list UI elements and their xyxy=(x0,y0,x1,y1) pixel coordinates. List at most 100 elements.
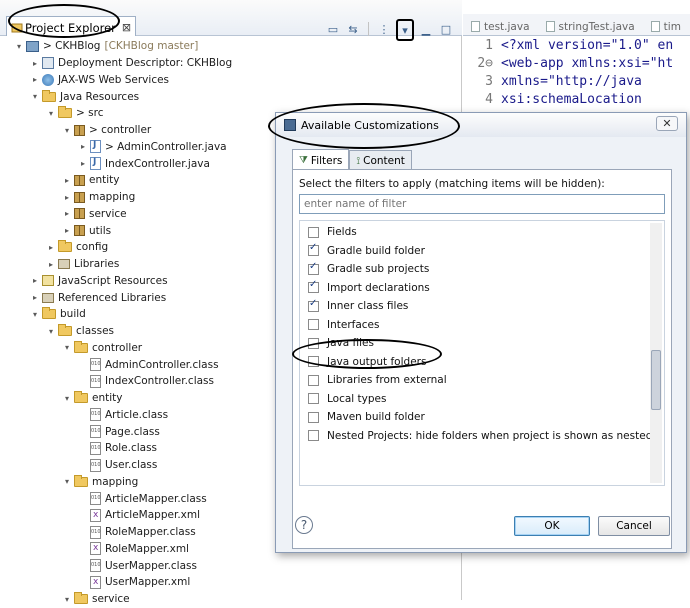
tab-stringtest-java[interactable]: stringTest.java xyxy=(538,14,643,35)
ok-button[interactable]: OK xyxy=(514,516,590,536)
tree-row[interactable]: ▾ > src xyxy=(46,105,103,122)
tree-row[interactable]: ArticleMapper.class xyxy=(78,490,207,507)
filter-item[interactable]: Import declarations xyxy=(308,279,430,298)
list-scrollbar[interactable] xyxy=(650,223,662,483)
filter-item[interactable]: Java output folders xyxy=(308,353,426,372)
scrollbar-thumb[interactable] xyxy=(651,350,661,410)
tree-row[interactable]: ▸ Libraries xyxy=(46,256,119,273)
tree-row[interactable]: Role.class xyxy=(78,440,157,457)
filter-checkbox[interactable] xyxy=(308,261,319,275)
tree-row[interactable]: User.class xyxy=(78,457,157,474)
filter-item[interactable]: Maven build folder xyxy=(308,408,425,427)
tab-filters[interactable]: ⧩ Filters xyxy=(292,149,350,169)
expanded-twisty-icon[interactable]: ▾ xyxy=(62,343,72,352)
tree-row[interactable]: ▸ JavaScript Resources xyxy=(30,273,168,290)
tree-row[interactable]: ▸ utils xyxy=(62,222,111,239)
filter-checkbox[interactable] xyxy=(308,411,319,423)
collapsed-twisty-icon[interactable]: ▸ xyxy=(30,276,40,285)
tree-row[interactable]: RoleMapper.xml xyxy=(78,541,189,558)
filter-checkbox[interactable] xyxy=(308,393,319,405)
tab-project-explorer[interactable]: Project Explorer ⊠ xyxy=(6,16,137,36)
collapsed-twisty-icon[interactable]: ▸ xyxy=(30,59,40,68)
filter-item[interactable]: Inner class files xyxy=(308,297,408,316)
filter-checkbox[interactable] xyxy=(308,242,319,257)
filter-item[interactable]: Gradle build folder xyxy=(308,242,425,261)
collapsed-twisty-icon[interactable]: ▸ xyxy=(62,176,72,185)
cancel-button[interactable]: Cancel xyxy=(598,516,670,536)
tree-row[interactable]: ArticleMapper.xml xyxy=(78,507,200,524)
tree-row[interactable]: ▸ > AdminController.java xyxy=(78,139,227,156)
tab-tim[interactable]: tim xyxy=(643,14,689,35)
filter-checkbox[interactable] xyxy=(308,337,319,349)
expanded-twisty-icon[interactable]: ▾ xyxy=(62,394,72,403)
tree-row[interactable]: ▾ controller xyxy=(62,340,142,357)
filter-item[interactable]: Gradle sub projects xyxy=(308,260,429,279)
filter-item[interactable]: Java files xyxy=(308,334,374,353)
collapsed-twisty-icon[interactable]: ▸ xyxy=(78,159,88,168)
expanded-twisty-icon[interactable]: ▾ xyxy=(46,109,56,118)
tree-row[interactable]: ▸ service xyxy=(62,206,127,223)
code-view[interactable]: 1 <?xml version="1.0" en 2⊖ <web-app xmlns… xyxy=(463,38,690,110)
tree-row[interactable]: ▾ > controller xyxy=(62,122,151,139)
tree-row[interactable]: ▸ Referenced Libraries xyxy=(30,289,166,306)
filter-checkbox[interactable] xyxy=(308,298,319,312)
tab-content[interactable]: ⟟ Content xyxy=(349,150,412,169)
tree-row[interactable]: ▸ config xyxy=(46,239,108,256)
tree-row[interactable]: ▾ classes xyxy=(46,323,114,340)
focus-icon[interactable]: ⋮ xyxy=(376,21,392,37)
tree-row[interactable]: ▸ JAX-WS Web Services xyxy=(30,72,169,89)
tree-row[interactable]: ▾ entity xyxy=(62,390,122,407)
tree-row[interactable]: AdminController.class xyxy=(78,356,219,373)
tree-row[interactable]: RoleMapper.class xyxy=(78,524,196,541)
filter-checkbox[interactable] xyxy=(308,356,319,368)
tree-row[interactable]: ▾ mapping xyxy=(62,474,138,491)
help-button[interactable]: ? xyxy=(295,516,313,534)
expanded-twisty-icon[interactable]: ▾ xyxy=(62,477,72,486)
filter-item[interactable]: Nested Projects: hide folders when proje… xyxy=(308,427,652,446)
collapsed-twisty-icon[interactable]: ▸ xyxy=(62,226,72,235)
filter-checkbox[interactable] xyxy=(308,279,319,294)
filter-item[interactable]: Libraries from external xyxy=(308,371,447,390)
tree-row[interactable]: Page.class xyxy=(78,423,160,440)
collapse-all-icon[interactable]: ▭ xyxy=(325,21,341,37)
expanded-twisty-icon[interactable]: ▾ xyxy=(62,126,72,135)
link-with-editor-icon[interactable]: ⇆ xyxy=(345,21,361,37)
filter-checkbox[interactable] xyxy=(308,226,319,238)
tree-row[interactable]: ▾ build xyxy=(30,306,86,323)
tree-row[interactable]: ▾ > CKHBlog [CKHBlog master] xyxy=(14,38,198,55)
expanded-twisty-icon[interactable]: ▾ xyxy=(14,42,24,51)
filter-checkbox[interactable] xyxy=(308,430,319,442)
filter-checkbox[interactable] xyxy=(308,319,319,331)
filter-item[interactable]: Local types xyxy=(308,390,386,409)
collapsed-twisty-icon[interactable]: ▸ xyxy=(78,142,88,151)
collapsed-twisty-icon[interactable]: ▸ xyxy=(62,209,72,218)
collapsed-twisty-icon[interactable]: ▸ xyxy=(62,193,72,202)
tab-test-java[interactable]: test.java xyxy=(463,14,538,35)
tree-row[interactable]: UserMapper.class xyxy=(78,557,197,574)
tree-row[interactable]: ▸ IndexController.java xyxy=(78,155,210,172)
collapsed-twisty-icon[interactable]: ▸ xyxy=(30,75,40,84)
tree-row[interactable]: Article.class xyxy=(78,407,168,424)
expanded-twisty-icon[interactable]: ▾ xyxy=(30,92,40,101)
filter-name-input[interactable] xyxy=(299,194,665,214)
close-dialog-button[interactable]: ✕ xyxy=(656,116,678,131)
tree-row[interactable]: ▾ Java Resources xyxy=(30,88,139,105)
tree-row[interactable]: ▸ Deployment Descriptor: CKHBlog xyxy=(30,55,232,72)
filter-item[interactable]: Interfaces xyxy=(308,316,379,335)
expanded-twisty-icon[interactable]: ▾ xyxy=(46,327,56,336)
tree-row[interactable]: ▸ entity xyxy=(62,172,120,189)
filter-item[interactable]: Fields xyxy=(308,223,357,242)
view-menu-icon[interactable]: ▾ xyxy=(396,19,414,41)
expanded-twisty-icon[interactable]: ▾ xyxy=(62,595,72,604)
collapsed-twisty-icon[interactable]: ▸ xyxy=(46,260,56,269)
collapsed-twisty-icon[interactable]: ▸ xyxy=(46,243,56,252)
filter-checkbox[interactable] xyxy=(308,374,319,386)
minimize-icon[interactable]: ▁ xyxy=(418,21,434,37)
tree-row[interactable]: ▾ service xyxy=(62,591,130,608)
tree-row[interactable]: ▸ mapping xyxy=(62,189,135,206)
maximize-icon[interactable]: □ xyxy=(438,21,454,37)
tree-row[interactable]: UserMapper.xml xyxy=(78,574,190,591)
collapsed-twisty-icon[interactable]: ▸ xyxy=(30,293,40,302)
tree-row[interactable]: IndexController.class xyxy=(78,373,214,390)
expanded-twisty-icon[interactable]: ▾ xyxy=(30,310,40,319)
